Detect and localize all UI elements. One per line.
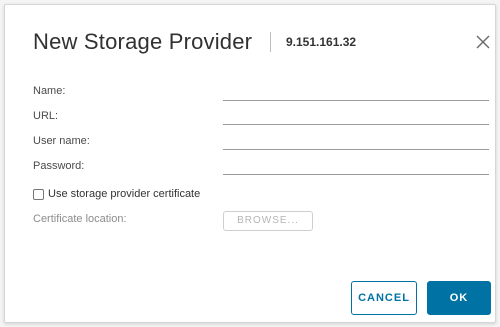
url-field[interactable]	[223, 109, 489, 125]
name-field[interactable]	[223, 85, 489, 101]
use-certificate-checkbox[interactable]	[33, 188, 44, 200]
dialog-subtitle-ip: 9.151.161.32	[286, 35, 357, 49]
close-icon	[476, 35, 490, 49]
close-button[interactable]	[473, 32, 493, 52]
ok-button[interactable]: OK	[427, 281, 491, 315]
new-storage-provider-dialog: New Storage Provider 9.151.161.32 Name: …	[4, 4, 496, 323]
use-certificate-checkbox-row[interactable]: Use storage provider certificate	[33, 188, 200, 200]
title-divider	[270, 32, 271, 52]
use-certificate-label: Use storage provider certificate	[48, 188, 201, 200]
url-label: URL:	[33, 110, 59, 122]
cancel-button[interactable]: CANCEL	[351, 281, 417, 315]
username-label: User name:	[33, 135, 90, 147]
name-label: Name:	[33, 85, 66, 97]
username-field[interactable]	[223, 134, 489, 150]
browse-button[interactable]: BROWSE...	[223, 211, 313, 231]
password-label: Password:	[33, 160, 85, 172]
dialog-title: New Storage Provider	[33, 29, 253, 54]
certificate-location-label: Certificate location:	[33, 213, 127, 225]
password-field[interactable]	[223, 159, 489, 175]
